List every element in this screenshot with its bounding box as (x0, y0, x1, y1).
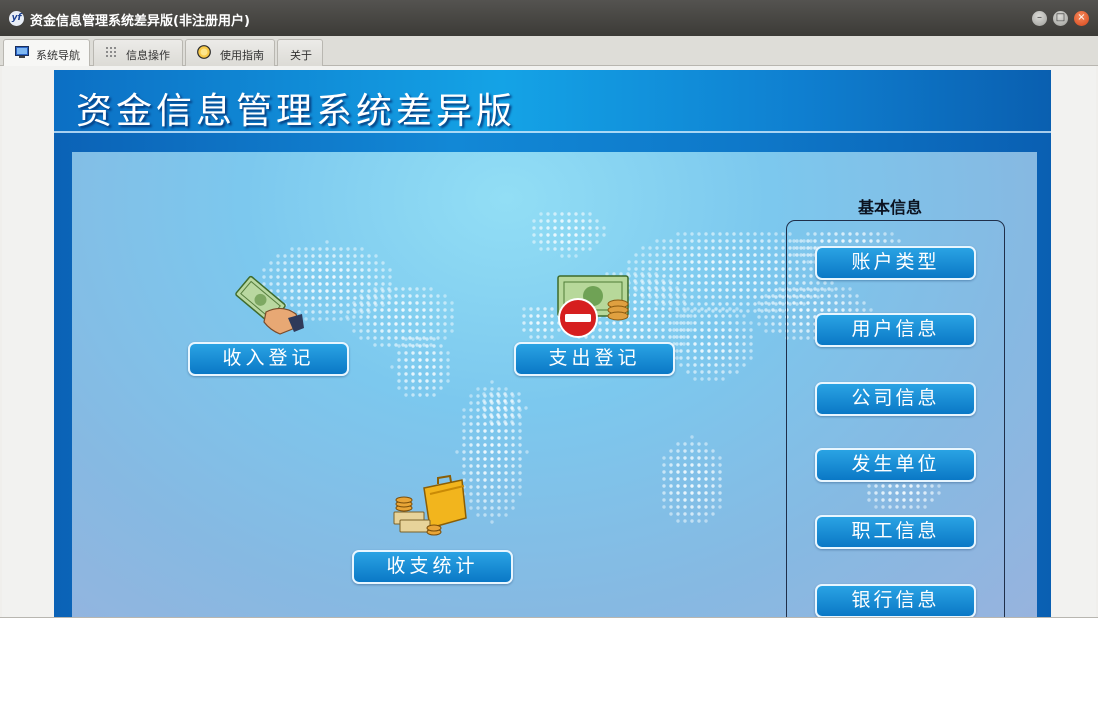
grid-icon (106, 47, 116, 57)
income-expense-stats-button[interactable]: 收支统计 (352, 550, 513, 584)
tab-user-guide[interactable]: 使用指南 (185, 39, 275, 66)
tab-label: 关于 (290, 49, 312, 62)
nav-banner: 资金信息管理系统差异版 收入登记 支出登记 收支统计 基本信息 账户类型 用户信… (54, 70, 1051, 617)
minimize-icon[interactable]: – (1032, 11, 1047, 26)
transaction-unit-button[interactable]: 发生单位 (815, 448, 976, 482)
employee-info-button[interactable]: 职工信息 (815, 515, 976, 549)
yf-logo-icon: yf (9, 11, 24, 26)
basic-info-heading: 基本信息 (858, 198, 923, 217)
navigation-panel: 收入登记 支出登记 收支统计 基本信息 账户类型 用户信息 公司信息 发生单位 … (72, 152, 1037, 617)
account-type-button[interactable]: 账户类型 (815, 246, 976, 280)
tab-about[interactable]: 关于 (277, 39, 323, 66)
close-icon[interactable]: × (1074, 11, 1089, 26)
company-info-button[interactable]: 公司信息 (815, 382, 976, 416)
money-stop-icon (557, 275, 629, 338)
system-title: 资金信息管理系统差异版 (76, 91, 517, 132)
tab-label: 使用指南 (220, 49, 264, 62)
maximize-icon[interactable]: □ (1053, 11, 1068, 26)
money-hand-icon (235, 275, 304, 335)
banner-header: 资金信息管理系统差异版 (54, 70, 1051, 133)
monitor-icon (15, 46, 29, 58)
tab-label: 信息操作 (126, 49, 170, 62)
expense-register-button[interactable]: 支出登记 (514, 342, 675, 376)
tab-system-nav[interactable]: 系统导航 (3, 39, 90, 67)
window-title: 资金信息管理系统差异版(非注册用户) (30, 14, 250, 29)
tab-label: 系统导航 (36, 49, 80, 62)
income-register-button[interactable]: 收入登记 (188, 342, 349, 376)
tab-bar: 系统导航 信息操作 使用指南 关于 (0, 36, 1098, 67)
user-info-button[interactable]: 用户信息 (815, 313, 976, 347)
guide-icon (197, 45, 211, 59)
tab-info-ops[interactable]: 信息操作 (93, 39, 183, 66)
title-bar[interactable]: yf 资金信息管理系统差异版(非注册用户) – □ × (0, 0, 1098, 36)
bank-info-button[interactable]: 银行信息 (815, 584, 976, 617)
app-window: yf 资金信息管理系统差异版(非注册用户) – □ × 系统导航 信息操作 使用… (0, 0, 1098, 618)
briefcase-coins-icon (393, 474, 467, 536)
